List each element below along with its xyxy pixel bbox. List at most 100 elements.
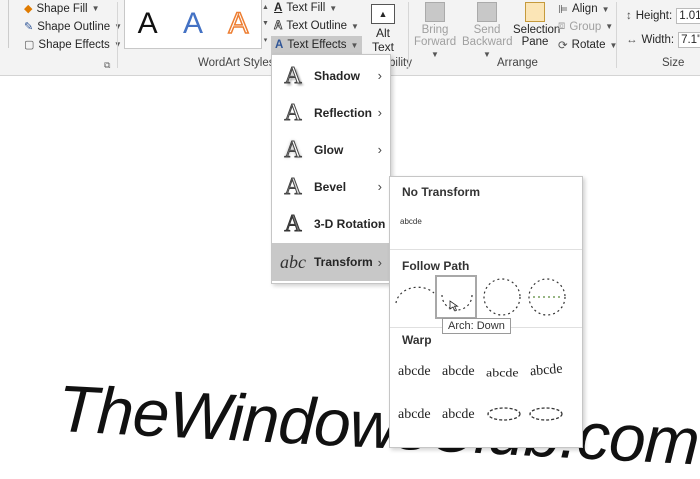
text-fill-icon: A <box>274 2 283 14</box>
group-button[interactable]: ⧈ Group ▼ <box>558 20 613 33</box>
send-backward-icon <box>477 2 497 22</box>
text-outline-label: Text Outline <box>286 20 348 32</box>
wordart-style-blue[interactable]: A <box>183 9 203 39</box>
menu-item-shadow[interactable]: A Shadow › <box>272 57 390 94</box>
shape-style-gallery-edge[interactable] <box>0 0 9 48</box>
group-label: Group <box>569 20 602 33</box>
wordart-style-black[interactable]: A <box>138 9 158 39</box>
bring-forward-label-2: Forward ▼ <box>414 36 457 59</box>
chevron-down-icon: ▼ <box>601 4 610 14</box>
menu-item-label: Transform <box>314 255 373 269</box>
menu-item-label: Shadow <box>314 68 361 83</box>
shape-fill-label: Shape Fill <box>36 2 88 15</box>
more-icon[interactable]: ▾ <box>264 36 268 44</box>
chevron-down-icon: ▼ <box>114 22 123 31</box>
warp-heading: Warp <box>402 333 432 347</box>
chevron-down-icon: ▼ <box>329 3 338 13</box>
height-input[interactable]: 1.01" <box>676 8 700 24</box>
width-control: ↔ Width: 7.1" <box>626 32 700 48</box>
path-button-option[interactable] <box>528 278 566 316</box>
send-backward-button[interactable]: Send Backward ▼ <box>462 2 513 60</box>
tooltip: Arch: Down <box>442 318 511 334</box>
divider <box>390 249 582 250</box>
wordart-style-orange-outline[interactable]: A <box>228 8 250 40</box>
alt-text-label-1: Alt <box>375 26 390 40</box>
chevron-down-icon: ▼ <box>605 22 614 31</box>
no-transform-heading: No Transform <box>402 185 481 199</box>
transform-submenu: No Transform abcde Follow Path Warp abcd… <box>389 176 583 448</box>
shape-effects-label: Shape Effects <box>38 38 110 51</box>
text-fill-label: Text Fill <box>286 2 326 14</box>
alt-text-icon: ▲ <box>371 4 395 24</box>
warp-options-graphic[interactable] <box>484 403 574 425</box>
scroll-up-icon[interactable]: ▲ <box>262 4 269 11</box>
rotate-button[interactable]: ⟳ Rotate ▼ <box>558 38 617 52</box>
chevron-right-icon: › <box>377 254 382 270</box>
path-circle-option[interactable] <box>483 278 521 316</box>
alt-text-button[interactable]: ▲ Alt Text <box>366 2 400 54</box>
selection-pane-label-1: Selection <box>513 24 561 36</box>
group-icon: ⧈ <box>558 20 566 32</box>
menu-item-label: 3-D Rotation <box>314 216 386 231</box>
menu-item-reflection[interactable]: A Reflection › <box>272 94 390 131</box>
shape-outline-label: Shape Outline <box>37 20 111 33</box>
text-effects-label: Text Effects <box>287 39 347 51</box>
effects-icon: ▢ <box>24 39 35 51</box>
warp-option[interactable]: abcde <box>486 367 519 381</box>
selection-pane-button[interactable]: Selection Pane <box>513 2 561 48</box>
width-input[interactable]: 7.1" <box>678 32 700 48</box>
menu-item-3d-rotation[interactable]: A 3-D Rotation › <box>272 205 390 242</box>
no-transform-option[interactable]: abcde <box>400 217 422 226</box>
gallery-scroll[interactable]: ▲ ▼ ▾ <box>262 0 269 48</box>
rotate-icon: ⟳ <box>558 40 568 52</box>
menu-item-label: Reflection <box>314 105 373 120</box>
menu-item-label: Bevel <box>314 179 347 194</box>
bring-forward-button[interactable]: Bring Forward ▼ <box>414 2 456 60</box>
send-backward-label-1: Send <box>473 24 501 36</box>
bring-forward-label-1: Bring <box>421 24 449 36</box>
chevron-right-icon: › <box>377 105 382 120</box>
transform-icon: abc <box>280 252 306 272</box>
shadow-icon: A <box>284 62 302 89</box>
warp-option[interactable]: abcde <box>529 362 563 381</box>
path-arch-down-option[interactable] <box>435 275 477 319</box>
arrange-group-label: Arrange <box>497 57 538 69</box>
menu-item-glow[interactable]: A Glow › <box>272 131 390 168</box>
divider <box>408 2 409 68</box>
shape-effects-button[interactable]: ▢ Shape Effects ▼ <box>24 38 122 52</box>
text-fill-button[interactable]: A Text Fill ▼ <box>274 2 337 14</box>
scroll-down-icon[interactable]: ▼ <box>262 20 269 27</box>
text-effects-menu: A Shadow › A Reflection › A Glow › A Bev… <box>271 54 391 284</box>
warp-option[interactable]: abcde <box>398 364 431 380</box>
warp-option[interactable]: abcde <box>442 364 475 380</box>
glow-icon: A <box>284 136 302 163</box>
wordart-style-gallery[interactable]: A A A <box>124 0 262 49</box>
text-outline-icon: A <box>274 20 283 33</box>
chevron-down-icon: ▼ <box>91 4 100 13</box>
rotate-label: Rotate <box>571 39 606 51</box>
align-button[interactable]: ⊫ Align ▼ <box>558 2 610 16</box>
path-arch-up-option[interactable] <box>395 286 435 304</box>
text-effects-button[interactable]: A Text Effects ▼ <box>271 36 363 54</box>
alt-text-label-2: Text <box>371 40 394 54</box>
dialog-launcher-icon[interactable]: ⧉ <box>104 60 110 71</box>
paint-bucket-icon: ◆ <box>24 3 33 15</box>
warp-option[interactable]: abcde <box>398 407 431 423</box>
document-text: TheWindowsClub.com <box>56 370 700 479</box>
selection-pane-icon <box>525 2 545 22</box>
selection-pane-label-2: Pane <box>521 36 549 48</box>
divider <box>117 2 118 68</box>
text-outline-button[interactable]: A Text Outline ▼ <box>274 20 359 33</box>
divider <box>616 2 617 68</box>
chevron-down-icon: ▼ <box>351 21 359 31</box>
height-icon: ↕ <box>626 10 632 22</box>
shape-fill-button[interactable]: ◆ Shape Fill ▼ <box>24 2 100 16</box>
chevron-down-icon: ▼ <box>350 40 359 50</box>
chevron-right-icon: › <box>377 216 382 231</box>
menu-item-bevel[interactable]: A Bevel › <box>272 168 390 205</box>
warp-option[interactable]: abcde <box>442 407 475 423</box>
shape-outline-button[interactable]: ✎ Shape Outline ▼ <box>24 20 123 34</box>
bring-forward-icon <box>425 2 445 22</box>
menu-item-label: Glow <box>314 142 344 157</box>
menu-item-transform[interactable]: abc Transform › <box>272 243 390 281</box>
